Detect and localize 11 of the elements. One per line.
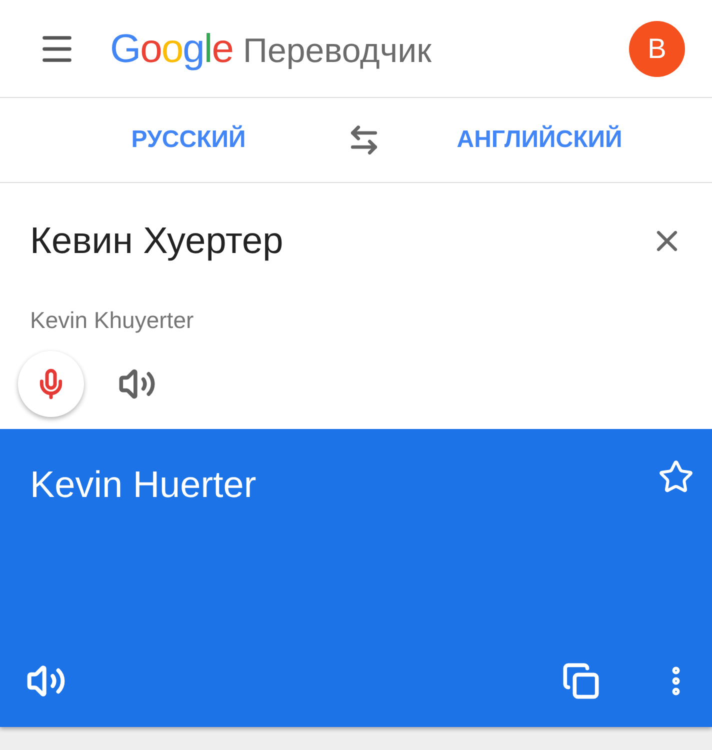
- app-title: Переводчик: [243, 30, 432, 72]
- translation-text: Kevin Huerter: [30, 463, 258, 507]
- avatar[interactable]: B: [629, 20, 685, 76]
- copy-icon[interactable]: [562, 662, 600, 700]
- google-logo: Google: [110, 26, 234, 72]
- star-icon[interactable]: [658, 459, 694, 495]
- target-language-button[interactable]: АНГЛИЙСКИЙ: [456, 122, 622, 158]
- input-field[interactable]: Кевин Хуертер: [30, 213, 650, 268]
- microphone-button[interactable]: [18, 351, 84, 417]
- transliteration: Kevin Khuyerter: [29, 306, 195, 335]
- source-language-button[interactable]: РУССКИЙ: [131, 122, 246, 158]
